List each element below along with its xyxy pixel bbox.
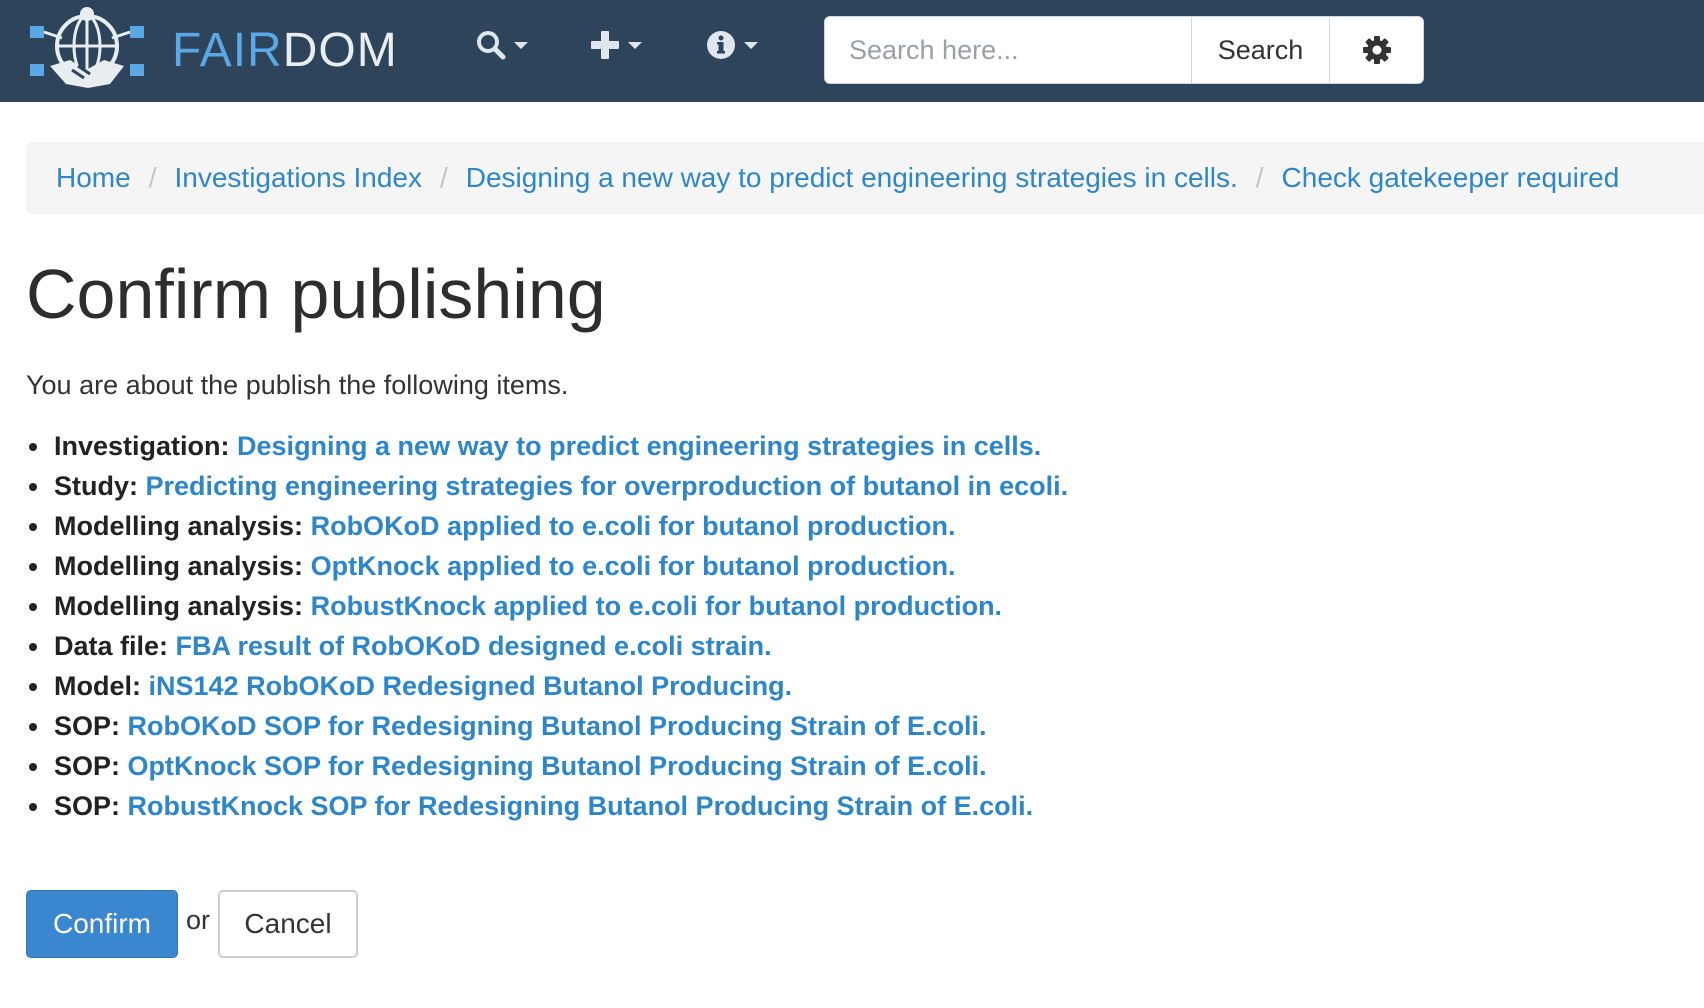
item-type-label: Study: — [54, 471, 138, 501]
brand-name: FAIRDOM — [172, 27, 398, 75]
item-link[interactable]: RobustKnock applied to e.coli for butano… — [311, 591, 1002, 621]
chevron-down-icon — [744, 41, 758, 49]
list-item: Modelling analysis: RobOKoD applied to e… — [28, 506, 1068, 546]
breadcrumb-separator: / — [148, 162, 157, 193]
item-link[interactable]: RobOKoD applied to e.coli for butanol pr… — [311, 511, 956, 541]
chevron-down-icon — [628, 41, 642, 49]
item-link[interactable]: RobOKoD SOP for Redesigning Butanol Prod… — [128, 711, 987, 741]
page-title: Confirm publishing — [26, 255, 606, 333]
fairdom-logo-icon — [30, 7, 144, 88]
item-link[interactable]: OptKnock applied to e.coli for butanol p… — [311, 551, 956, 581]
plus-icon — [591, 31, 619, 59]
list-item: Model: iNS142 RobOKoD Redesigned Butanol… — [28, 666, 1068, 706]
create-menu[interactable] — [590, 30, 642, 60]
brand-name-dom: DOM — [282, 24, 398, 77]
search-form: Search — [824, 16, 1424, 84]
item-type-label: Investigation: — [54, 431, 230, 461]
search-button[interactable]: Search — [1191, 17, 1329, 83]
info-menu[interactable] — [706, 30, 758, 60]
item-type-label: SOP: — [54, 751, 121, 781]
search-input[interactable] — [825, 17, 1191, 83]
search-menu[interactable] — [476, 30, 528, 60]
info-icon — [707, 31, 735, 59]
list-item: Investigation: Designing a new way to pr… — [28, 426, 1068, 466]
item-type-label: Modelling analysis: — [54, 551, 304, 581]
item-link[interactable]: FBA result of RobOKoD designed e.coli st… — [176, 631, 772, 661]
list-item: Study: Predicting engineering strategies… — [28, 466, 1069, 506]
item-type-label: SOP: — [54, 791, 121, 821]
cancel-button[interactable]: Cancel — [218, 890, 359, 958]
brand[interactable]: FAIRDOM — [26, 4, 398, 98]
or-text: or — [186, 904, 211, 935]
item-link[interactable]: Predicting engineering strategies for ov… — [146, 471, 1069, 501]
breadcrumb-investigation-link[interactable]: Designing a new way to predict engineeri… — [466, 162, 1238, 194]
confirm-button[interactable]: Confirm — [26, 890, 178, 958]
item-type-label: Modelling analysis: — [54, 591, 304, 621]
list-item: Modelling analysis: RobustKnock applied … — [28, 586, 1068, 626]
gear-icon — [1362, 36, 1391, 64]
breadcrumb-check-gatekeeper-link[interactable]: Check gatekeeper required — [1282, 162, 1620, 194]
intro-text: You are about the publish the following … — [26, 370, 569, 400]
breadcrumb-investigations-index-link[interactable]: Investigations Index — [174, 162, 422, 194]
item-link[interactable]: RobustKnock SOP for Redesigning Butanol … — [128, 791, 1034, 821]
item-type-label: Data file: — [54, 631, 169, 661]
list-item: SOP: OptKnock SOP for Redesigning Butano… — [28, 746, 1068, 786]
list-item: SOP: RobOKoD SOP for Redesigning Butanol… — [28, 706, 1068, 746]
item-type-label: Modelling analysis: — [54, 511, 304, 541]
list-item: Data file: FBA result of RobOKoD designe… — [28, 626, 1068, 666]
item-type-label: SOP: — [54, 711, 121, 741]
top-navbar: FAIRDOM Search — [0, 0, 1704, 102]
chevron-down-icon — [514, 41, 528, 49]
list-item: SOP: RobustKnock SOP for Redesigning But… — [28, 786, 1068, 826]
item-link[interactable]: iNS142 RobOKoD Redesigned Butanol Produc… — [149, 671, 793, 701]
item-link[interactable]: OptKnock SOP for Redesigning Butanol Pro… — [128, 751, 987, 781]
breadcrumb-separator: / — [1255, 162, 1264, 193]
list-item: Modelling analysis: OptKnock applied to … — [28, 546, 1068, 586]
brand-name-fair: FAIR — [172, 24, 283, 77]
item-link[interactable]: Designing a new way to predict engineeri… — [237, 431, 1041, 461]
publish-item-list: Investigation: Designing a new way to pr… — [28, 426, 1069, 826]
breadcrumb-home-link[interactable]: Home — [56, 162, 131, 194]
breadcrumb-separator: / — [439, 162, 448, 193]
breadcrumb: Home / Investigations Index / Designing … — [26, 142, 1704, 214]
item-type-label: Model: — [54, 671, 141, 701]
search-settings-button[interactable] — [1329, 17, 1423, 83]
form-actions: Confirm or Cancel — [26, 890, 359, 958]
search-icon — [477, 31, 506, 60]
